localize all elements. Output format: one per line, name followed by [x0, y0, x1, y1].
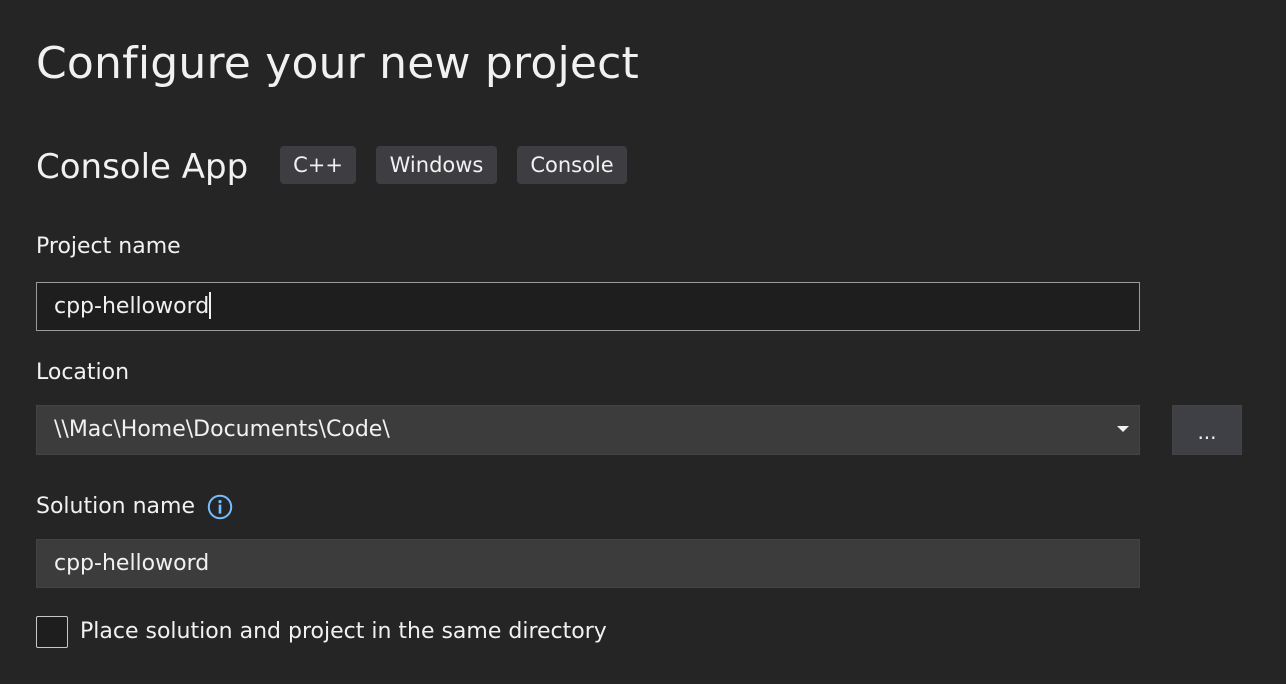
project-name-label: Project name — [36, 234, 181, 259]
same-directory-checkbox[interactable] — [36, 616, 68, 648]
page-title: Configure your new project — [36, 38, 640, 89]
location-label: Location — [36, 360, 130, 385]
project-name-value: cpp-helloword — [54, 294, 210, 319]
tag-language: C++ — [280, 146, 356, 184]
solution-name-label: Solution name — [36, 494, 196, 519]
info-icon[interactable] — [207, 494, 233, 520]
solution-name-label-row: Solution name — [36, 492, 233, 522]
same-directory-option[interactable]: Place solution and project in the same d… — [36, 616, 607, 648]
location-value: \\Mac\Home\Documents\Code\ — [54, 417, 390, 442]
chevron-down-icon[interactable] — [1117, 426, 1129, 432]
text-caret — [209, 291, 211, 319]
tag-platform: Windows — [376, 146, 497, 184]
template-name: Console App — [36, 147, 249, 187]
configure-project-page: Configure your new project Console App C… — [0, 0, 1286, 684]
solution-name-value: cpp-helloword — [54, 551, 210, 576]
same-directory-label[interactable]: Place solution and project in the same d… — [80, 616, 607, 648]
browse-location-button[interactable]: ... — [1172, 405, 1242, 455]
tag-project-type: Console — [517, 146, 627, 184]
solution-name-input[interactable]: cpp-helloword — [36, 539, 1140, 588]
project-name-input[interactable]: cpp-helloword — [36, 282, 1140, 331]
location-combobox[interactable]: \\Mac\Home\Documents\Code\ — [36, 405, 1140, 455]
